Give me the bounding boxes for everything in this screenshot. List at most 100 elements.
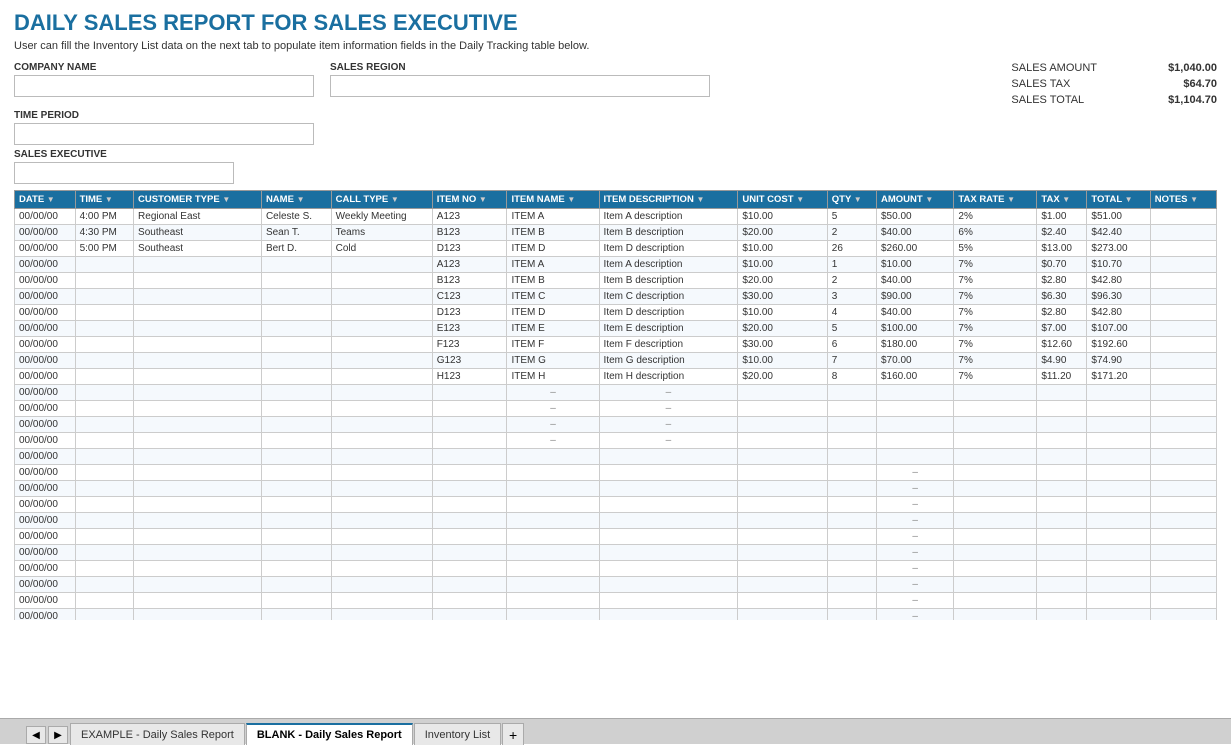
table-cell: $20.00 — [738, 369, 827, 385]
table-cell: 00/00/00 — [15, 321, 76, 337]
table-cell: – — [599, 417, 738, 433]
table-row: 00/00/00– — [15, 481, 1217, 497]
table-cell — [75, 577, 133, 593]
table-cell: $171.20 — [1087, 369, 1150, 385]
tab-nav-next[interactable]: ▶ — [48, 726, 68, 744]
table-cell — [738, 593, 827, 609]
table-cell — [75, 273, 133, 289]
table-cell — [738, 449, 827, 465]
table-cell: $50.00 — [876, 209, 953, 225]
table-cell: $2.40 — [1037, 225, 1087, 241]
table-cell — [331, 369, 432, 385]
table-cell — [134, 593, 262, 609]
table-cell — [75, 529, 133, 545]
table-cell: 7% — [954, 369, 1037, 385]
tab-add-button[interactable]: + — [502, 723, 524, 745]
table-cell — [827, 497, 876, 513]
table-cell — [261, 561, 331, 577]
table-cell — [507, 529, 599, 545]
table-cell — [331, 593, 432, 609]
table-cell — [432, 433, 507, 449]
table-cell: – — [599, 433, 738, 449]
table-row: 00/00/00– — [15, 529, 1217, 545]
col-header-item-name: ITEM NAME ▼ — [507, 191, 599, 209]
table-cell — [1150, 241, 1216, 257]
tab-nav-prev[interactable]: ◀ — [26, 726, 46, 744]
table-cell — [1150, 513, 1216, 529]
table-cell: $10.70 — [1087, 257, 1150, 273]
table-cell: Regional East — [134, 209, 262, 225]
table-cell: 00/00/00 — [15, 481, 76, 497]
table-cell: $192.60 — [1087, 337, 1150, 353]
table-cell: $40.00 — [876, 225, 953, 241]
table-row: 00/00/00B123ITEM BItem B description$20.… — [15, 273, 1217, 289]
sheet-tab-2[interactable]: Inventory List — [414, 723, 501, 745]
table-cell — [261, 513, 331, 529]
table-cell — [261, 449, 331, 465]
table-cell: Item D description — [599, 241, 738, 257]
table-cell — [954, 385, 1037, 401]
table-cell — [331, 273, 432, 289]
table-cell — [75, 481, 133, 497]
subtitle: User can fill the Inventory List data on… — [14, 40, 1217, 52]
table-cell — [954, 561, 1037, 577]
sales-exec-input[interactable] — [14, 162, 234, 184]
table-cell — [738, 609, 827, 621]
table-cell — [261, 257, 331, 273]
table-cell — [599, 497, 738, 513]
table-cell — [134, 369, 262, 385]
table-cell — [134, 433, 262, 449]
time-period-input[interactable] — [14, 123, 314, 145]
sheet-tab-1[interactable]: BLANK - Daily Sales Report — [246, 723, 413, 745]
table-cell: ITEM A — [507, 257, 599, 273]
table-cell — [331, 257, 432, 273]
table-row: 00/00/00H123ITEM HItem H description$20.… — [15, 369, 1217, 385]
table-cell — [954, 465, 1037, 481]
table-cell: $100.00 — [876, 321, 953, 337]
table-cell: Item C description — [599, 289, 738, 305]
table-cell: E123 — [432, 321, 507, 337]
sales-region-input[interactable] — [330, 75, 710, 97]
table-cell: – — [876, 545, 953, 561]
table-cell: – — [876, 497, 953, 513]
table-cell — [134, 497, 262, 513]
table-cell — [331, 513, 432, 529]
table-cell — [1037, 497, 1087, 513]
table-cell — [75, 401, 133, 417]
table-cell — [954, 401, 1037, 417]
table-row: 00/00/00– — [15, 593, 1217, 609]
table-cell — [827, 609, 876, 621]
table-cell — [827, 417, 876, 433]
table-cell — [134, 305, 262, 321]
table-cell — [75, 561, 133, 577]
table-cell: 00/00/00 — [15, 273, 76, 289]
table-cell: A123 — [432, 257, 507, 273]
table-cell: 00/00/00 — [15, 289, 76, 305]
table-cell: Bert D. — [261, 241, 331, 257]
company-name-input[interactable] — [14, 75, 314, 97]
table-row: 00/00/00– — [15, 465, 1217, 481]
table-row: 00/00/00C123ITEM CItem C description$30.… — [15, 289, 1217, 305]
table-cell: ITEM D — [507, 305, 599, 321]
table-row: 00/00/00– — [15, 577, 1217, 593]
main-table: DATE ▼TIME ▼CUSTOMER TYPE ▼NAME ▼CALL TY… — [14, 190, 1217, 620]
table-cell: $70.00 — [876, 353, 953, 369]
table-cell — [738, 529, 827, 545]
table-cell: $7.00 — [1037, 321, 1087, 337]
table-cell — [599, 577, 738, 593]
table-cell: 00/00/00 — [15, 609, 76, 621]
table-cell — [1037, 593, 1087, 609]
table-cell: 00/00/00 — [15, 593, 76, 609]
table-cell: $160.00 — [876, 369, 953, 385]
table-cell: $1.00 — [1037, 209, 1087, 225]
table-cell: $20.00 — [738, 321, 827, 337]
table-cell: – — [507, 417, 599, 433]
table-cell — [75, 593, 133, 609]
table-cell — [1037, 433, 1087, 449]
table-cell: Celeste S. — [261, 209, 331, 225]
table-cell — [432, 577, 507, 593]
table-cell — [1037, 561, 1087, 577]
sheet-tab-0[interactable]: EXAMPLE - Daily Sales Report — [70, 723, 245, 745]
table-cell: 4 — [827, 305, 876, 321]
table-cell: $20.00 — [738, 273, 827, 289]
